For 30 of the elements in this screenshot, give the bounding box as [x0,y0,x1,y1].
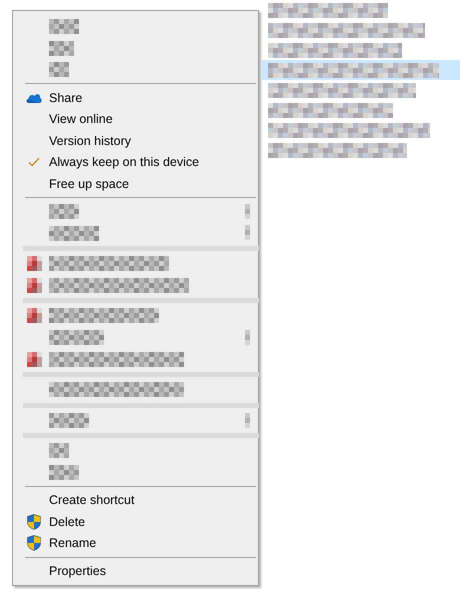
file-row[interactable] [262,60,460,80]
menu-item[interactable]: Properties [15,560,256,582]
shield-icon [27,535,41,552]
menu-item[interactable]: Share [15,86,256,108]
blurred-text [49,40,74,56]
blurred-text [49,19,79,34]
blurred-text [49,226,99,241]
menu-item[interactable]: Version history [15,130,256,152]
blurred-arrow-icon [245,412,250,428]
menu-item[interactable]: Create shortcut [15,489,256,511]
menu-item[interactable]: Delete [15,510,256,532]
blurred-text [49,412,89,428]
blurred-arrow-icon [245,204,250,219]
blurred-icon [26,308,42,324]
menu-item[interactable]: Rename [15,532,256,554]
blurred-arrow-icon [245,225,250,240]
menu-item[interactable]: Always keep on this device [15,152,256,174]
menu-item[interactable]: Free up space [15,173,256,195]
cloud-icon [26,92,42,103]
blurred-text [49,204,79,220]
menu-item[interactable]: View online [15,108,256,130]
blurred-icon [26,256,42,272]
blurred-text [49,62,69,78]
blurred-text [49,330,104,346]
blurred-text [49,443,69,458]
shield-icon [27,514,41,530]
blurred-icon [26,278,42,293]
blurred-text [49,464,79,480]
blurred-arrow-icon [245,330,250,345]
blurred-icon [26,352,42,367]
